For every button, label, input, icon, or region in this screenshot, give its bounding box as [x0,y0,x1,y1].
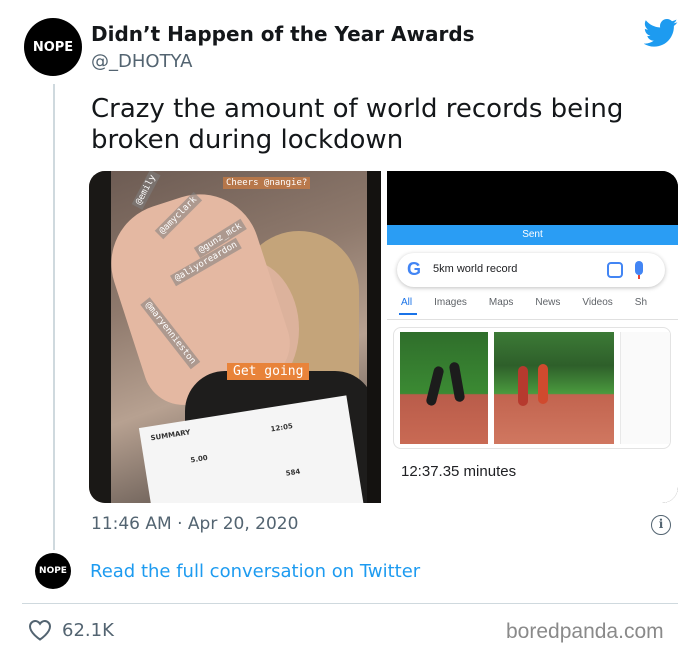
photo-frame-edge [89,171,111,503]
google-logo: G [407,259,422,279]
runner-figure [448,361,466,403]
author-display-name[interactable]: Didn’t Happen of the Year Awards [91,22,475,46]
phone-status-area [387,171,678,225]
runner-figure [518,366,528,406]
summary-distance: 5.00 [189,453,209,465]
mention-sticker: Cheers @nangie? [223,177,311,189]
mention-sticker: @emily [131,171,161,210]
author-handle[interactable]: @_DHOTYA [91,51,192,72]
photo-frame-edge-right [367,171,381,503]
google-tab: All [401,297,413,308]
avatar-text: NOPE [39,566,67,576]
read-conversation-link[interactable]: Read the full conversation on Twitter [90,561,420,582]
google-results-page: G 5km world record All Images Maps News … [387,245,678,503]
active-tab-underline [399,313,417,315]
runner-figure [538,364,548,404]
runner-figure [425,365,445,407]
google-tab: Videos [582,297,613,308]
boredpanda-watermark: boredpanda.com [506,620,664,643]
conversation-avatar[interactable]: NOPE [35,553,71,589]
tweet-text: Crazy the amount of world records being … [91,94,624,155]
runner-photo-1 [400,332,488,444]
selfie-photo[interactable]: @emily @amyclark @gunz_mck @aliyoreardon… [89,171,381,503]
google-tab: Sh [634,297,648,308]
lens-icon [607,262,623,278]
run-summary-card: SUMMARY 5.00 12:05 584 [138,395,366,503]
google-search-screenshot[interactable]: Sent G 5km world record All Images Maps … [387,171,678,503]
summary-steps: 584 [285,467,301,478]
google-tab: Maps [488,297,514,308]
google-search-box: G 5km world record [397,253,665,287]
image-results-card [393,327,671,449]
footer-divider [22,603,678,604]
like-count[interactable]: 62.1K [62,620,114,641]
runner-photo-2 [494,332,614,444]
google-tab: News [535,297,561,308]
result-time: 12:37.35 minutes [401,463,517,480]
heart-icon[interactable] [28,619,52,641]
avatar-text: NOPE [32,39,74,55]
info-icon[interactable]: i [651,515,671,535]
tweet-timestamp[interactable]: 11:46 AM · Apr 20, 2020 [91,514,298,534]
tabs-divider [387,319,678,320]
mic-icon [635,261,643,279]
twitter-bird-icon[interactable] [644,18,678,48]
sent-bar: Sent [387,225,678,245]
summary-time: 12:05 [270,422,294,434]
tweet-media[interactable]: @emily @amyclark @gunz_mck @aliyoreardon… [89,171,678,503]
google-tabs: All Images Maps News Videos Sh [401,297,669,308]
search-query: 5km world record [433,263,518,275]
thread-line [53,84,55,550]
summary-title: SUMMARY [150,428,191,443]
result-chart-thumb [620,332,670,444]
get-going-sticker: Get going [227,363,310,380]
google-tab: Images [434,297,467,308]
author-avatar[interactable]: NOPE [24,18,82,76]
